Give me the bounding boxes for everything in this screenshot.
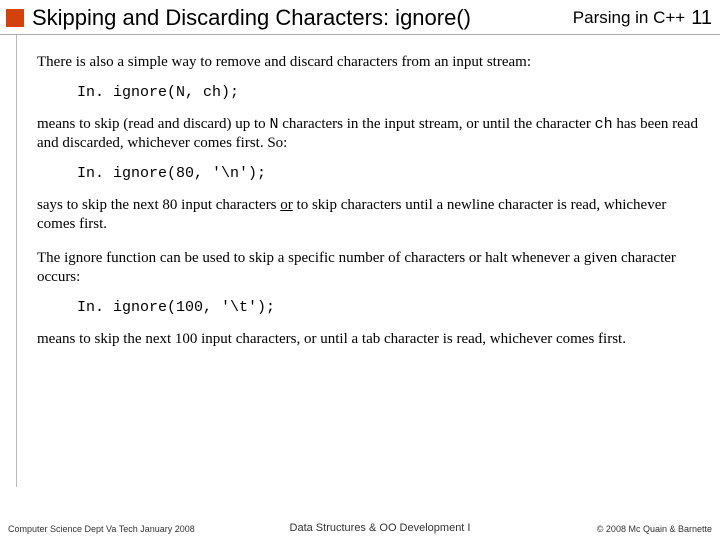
slide-footer: Computer Science Dept Va Tech January 20… (0, 522, 720, 534)
paragraph: There is also a simple way to remove and… (37, 53, 698, 72)
page-number: 11 (691, 7, 712, 30)
inline-code: ch (595, 116, 613, 133)
text: means to skip (read and discard) up to (37, 116, 269, 132)
code-block: In. ignore(80, '\n'); (77, 165, 698, 184)
paragraph: means to skip (read and discard) up to N… (37, 115, 698, 154)
slide-header: Skipping and Discarding Characters: igno… (0, 0, 720, 34)
footer-right: © 2008 Mc Quain & Barnette (532, 524, 712, 534)
slide-title: Skipping and Discarding Characters: igno… (32, 5, 567, 31)
paragraph: The ignore function can be used to skip … (37, 249, 698, 287)
slide: Skipping and Discarding Characters: igno… (0, 0, 720, 540)
text: characters in the input stream, or until… (278, 116, 594, 132)
text: says to skip the next 80 input character… (37, 197, 280, 213)
paragraph: says to skip the next 80 input character… (37, 196, 698, 234)
underlined-text: or (280, 197, 293, 213)
square-bullet-icon (6, 9, 24, 27)
footer-center: Data Structures & OO Development I (228, 522, 532, 534)
slide-subtitle: Parsing in C++ (573, 8, 685, 28)
slide-body: There is also a simple way to remove and… (16, 35, 720, 487)
footer-left: Computer Science Dept Va Tech January 20… (8, 524, 228, 534)
code-block: In. ignore(N, ch); (77, 84, 698, 103)
paragraph: means to skip the next 100 input charact… (37, 330, 698, 349)
code-block: In. ignore(100, '\t'); (77, 299, 698, 318)
